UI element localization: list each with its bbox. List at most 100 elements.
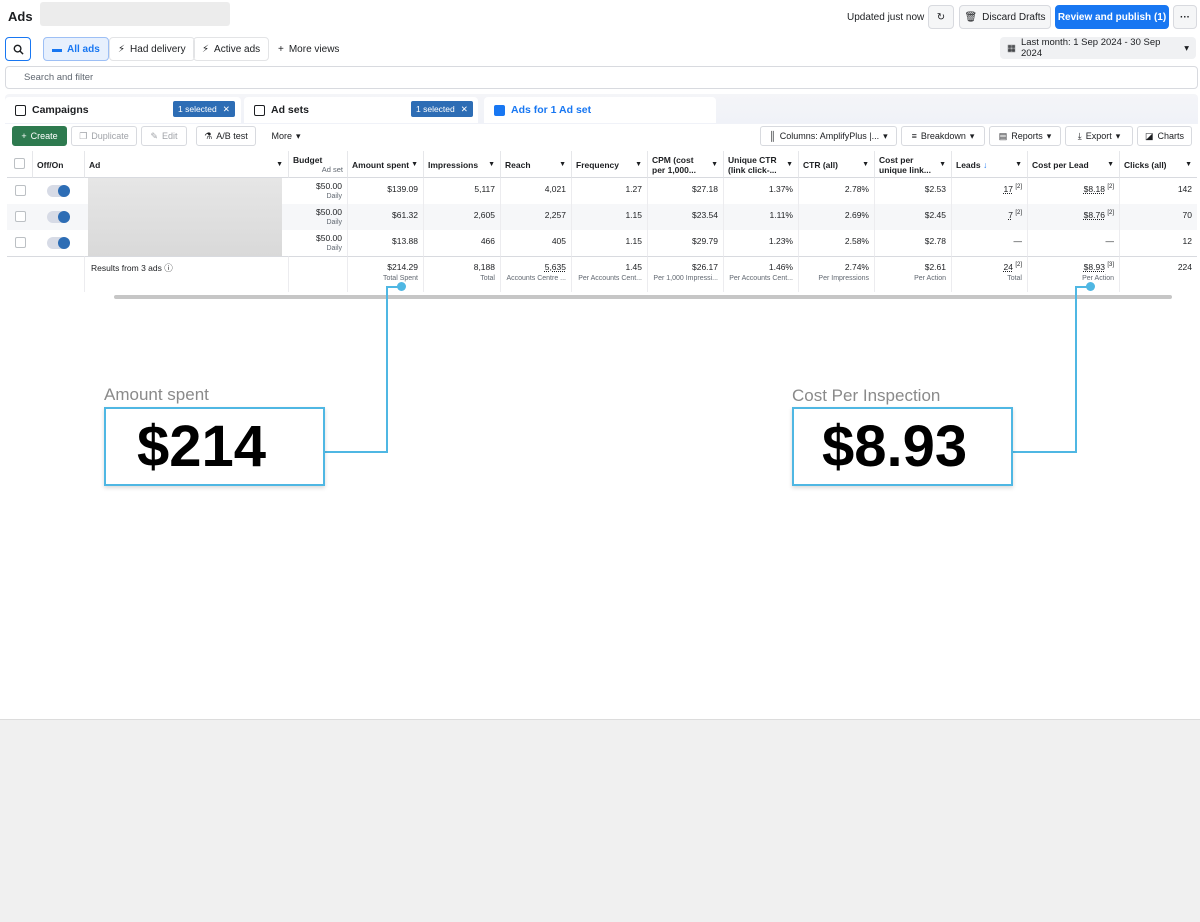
budget-type: Daily [326, 245, 342, 252]
totals-frequency-sub: Per Accounts Cent... [578, 275, 642, 282]
more-actions-button[interactable]: More ▾ [263, 126, 309, 146]
download-icon: ⤓ [1077, 130, 1082, 141]
more-options-button[interactable]: ··· [1173, 5, 1197, 29]
breakdown-icon: ≡ [911, 131, 917, 141]
select-all-checkbox[interactable] [14, 158, 25, 169]
header-unique-ctr[interactable]: Unique CTR (link click-... ▼ [724, 151, 799, 178]
footnote-marker: [2] [1015, 210, 1022, 217]
header-impressions[interactable]: Impressions ▼ [424, 151, 501, 178]
reports-button[interactable]: ▤ Reports ▾ [989, 126, 1061, 146]
ad-icon [494, 104, 505, 116]
more-views-label: More views [288, 43, 340, 55]
ab-test-button[interactable]: ⚗ A/B test [196, 126, 256, 146]
cell-leads[interactable]: 17 [2] [952, 178, 1028, 204]
adsets-selected-chip[interactable]: 1 selected ✕ [411, 101, 473, 117]
header-ctr[interactable]: CTR (all) ▼ [799, 151, 875, 178]
refresh-button[interactable]: ↻ [928, 5, 954, 29]
campaigns-selected-chip[interactable]: 1 selected ✕ [173, 101, 235, 117]
totals-cost-per-unique: $2.61 Per Action [875, 256, 952, 292]
chevron-down-icon: ▼ [559, 161, 566, 168]
cost-per-lead-value[interactable]: $8.18 [1084, 184, 1105, 194]
bolt-icon: ⚡︎ [202, 43, 210, 55]
cost-per-inspection-callout: $8.93 [792, 407, 1013, 486]
ad-toggle[interactable] [47, 185, 70, 197]
header-ad[interactable]: Ad ▼ [85, 151, 289, 178]
amount-spent-leader [387, 286, 401, 288]
cell-leads[interactable]: 7 [2] [952, 204, 1028, 230]
totals-reach: 5,635 Accounts Centre ... [501, 256, 572, 292]
view-had-delivery[interactable]: ⚡︎ Had delivery [109, 37, 195, 61]
header-cost-per-lead[interactable]: Cost per Lead ▼ [1028, 151, 1120, 178]
header-unique-ctr-label: Unique CTR (link click-... [728, 155, 777, 175]
header-budget-label: Budget [293, 155, 323, 165]
totals-uctr-sub: Per Accounts Cent... [729, 275, 793, 282]
search-button[interactable] [5, 37, 31, 61]
header-cpm[interactable]: CPM (cost per 1,000... ▼ [648, 151, 724, 178]
chevron-down-icon: ▼ [1185, 161, 1192, 168]
cell-cost-per-lead[interactable]: $8.76 [2] [1028, 204, 1120, 230]
cell-cpm: $27.18 [648, 178, 724, 204]
review-publish-button[interactable]: Review and publish (1) [1055, 5, 1169, 29]
view-active-ads[interactable]: ⚡︎ Active ads [193, 37, 270, 61]
discard-drafts-button[interactable]: 🗑 Discard Drafts [959, 5, 1051, 29]
totals-leads-sub: Total [1007, 275, 1022, 282]
tab-campaigns[interactable]: Campaigns 1 selected ✕ [5, 97, 241, 123]
chevron-down-icon: ▼ [1107, 161, 1114, 168]
duplicate-button[interactable]: ❐ Duplicate [71, 126, 137, 146]
horizontal-scrollbar[interactable] [114, 295, 1172, 299]
row-checkbox[interactable] [15, 237, 26, 248]
calendar-icon: ▦ [1007, 42, 1016, 54]
header-off-on[interactable]: Off/On [33, 151, 85, 178]
close-icon[interactable]: ✕ [223, 104, 230, 115]
ad-toggle[interactable] [47, 237, 70, 249]
edit-button[interactable]: ✎ Edit [141, 126, 187, 146]
search-filter-input[interactable]: Search and filter [5, 66, 1198, 89]
charts-button[interactable]: ◪ Charts [1137, 126, 1192, 146]
header-leads[interactable]: Leads ↓ ▼ [952, 151, 1028, 178]
row-checkbox[interactable] [15, 211, 26, 222]
footnote-marker: [2] [1107, 210, 1114, 217]
redacted-ad-names [88, 178, 282, 256]
cell-cost-per-lead[interactable]: $8.18 [2] [1028, 178, 1120, 204]
tab-ads[interactable]: Ads for 1 Ad set [484, 97, 716, 123]
row-checkbox[interactable] [15, 185, 26, 196]
header-clicks-all[interactable]: Clicks (all) ▼ [1120, 151, 1197, 178]
totals-cpl-value[interactable]: $8.93 [1084, 262, 1105, 272]
chevron-down-icon: ▼ [711, 161, 718, 168]
info-icon[interactable]: ⓘ [164, 263, 173, 273]
more-views-button[interactable]: + More views [270, 37, 347, 61]
header-amount-spent[interactable]: Amount spent ▼ [348, 151, 424, 178]
budget-type: Daily [326, 193, 342, 200]
chevron-down-icon: ▼ [635, 161, 642, 168]
breakdown-button[interactable]: ≡ Breakdown ▾ [901, 126, 985, 146]
totals-uctr-value: 1.46% [768, 262, 793, 272]
grid-icon [254, 104, 265, 116]
sort-arrow-icon: ↓ [982, 160, 988, 170]
app-title: Ads [8, 9, 33, 24]
header-reach[interactable]: Reach ▼ [501, 151, 572, 178]
close-icon[interactable]: ✕ [461, 104, 468, 115]
cost-per-lead-value[interactable]: $8.76 [1084, 210, 1105, 220]
ad-toggle[interactable] [47, 211, 70, 223]
view-all-ads[interactable]: ▬ All ads [43, 37, 109, 61]
header-budget[interactable]: Budget Ad set [289, 151, 348, 178]
cell-ctr: 2.58% [799, 230, 875, 256]
footnote-marker: [2] [1015, 184, 1022, 191]
totals-reach-value[interactable]: 5,635 [545, 262, 566, 272]
footnote-marker: [3] [1107, 262, 1114, 269]
totals-leads-value[interactable]: 24 [1003, 262, 1012, 272]
cell-clicks-all: 142 [1177, 184, 1192, 194]
leads-value[interactable]: 17 [1003, 184, 1012, 194]
header-cost-per-unique[interactable]: Cost per unique link... ▼ [875, 151, 952, 178]
cell-unique-ctr: 1.11% [724, 204, 799, 230]
export-button[interactable]: ⤓ Export ▾ [1065, 126, 1133, 146]
totals-clicks-all: 224 [1120, 256, 1197, 292]
create-button[interactable]: + Create [12, 126, 67, 146]
cell-cost-per-lead: — [1028, 230, 1120, 256]
header-frequency[interactable]: Frequency ▼ [572, 151, 648, 178]
columns-button[interactable]: ║ Columns: AmplifyPlus |... ▾ [760, 126, 897, 146]
tab-ad-sets[interactable]: Ad sets 1 selected ✕ [244, 97, 478, 123]
cell-ctr: 2.78% [799, 178, 875, 204]
date-range-picker[interactable]: ▦ Last month: 1 Sep 2024 - 30 Sep 2024 ▾ [1000, 37, 1196, 59]
leads-value[interactable]: 7 [1008, 210, 1013, 220]
